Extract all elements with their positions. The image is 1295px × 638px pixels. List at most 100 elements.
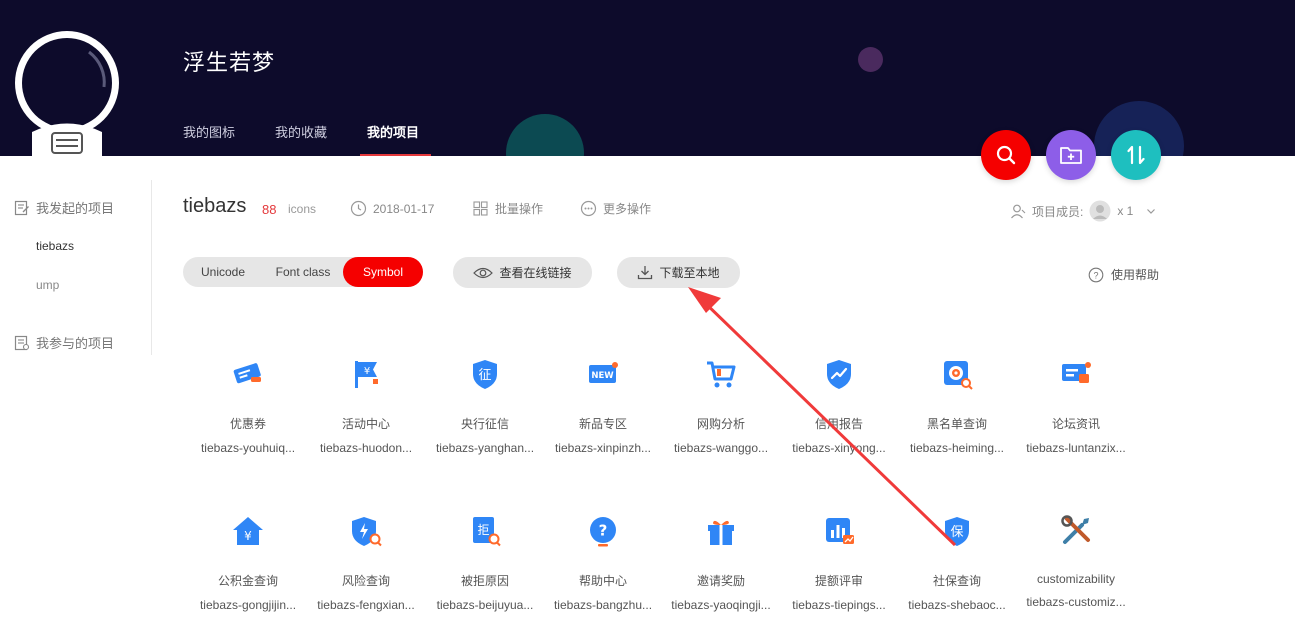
icon-card[interactable]: 提额评审 tiebazs-tiepings... xyxy=(780,514,898,612)
more-icon xyxy=(580,200,597,217)
icon-card[interactable]: 信用报告 tiebazs-xinyong... xyxy=(780,357,898,455)
icon-card[interactable]: 优惠券 tiebazs-youhuiq... xyxy=(189,357,307,455)
tab-font-class[interactable]: Font class xyxy=(263,257,343,287)
icon-name: 帮助中心 xyxy=(578,574,627,588)
tab-symbol[interactable]: Symbol xyxy=(343,257,423,287)
sort-icon xyxy=(1127,145,1145,165)
gift-icon xyxy=(704,514,738,548)
decor-bubble xyxy=(858,47,883,72)
icon-name: 央行征信 xyxy=(460,417,509,431)
joined-doc-icon xyxy=(14,335,30,350)
icon-code: tiebazs-tiepings... xyxy=(792,598,886,612)
icon-card[interactable]: ¥ 公积金查询 tiebazs-gongjijin... xyxy=(189,514,307,612)
view-online-link-label: 查看在线链接 xyxy=(499,266,572,280)
tab-my-favorites[interactable]: 我的收藏 xyxy=(275,122,327,141)
project-title: tiebazs xyxy=(183,195,247,217)
icon-count: 88 xyxy=(262,202,277,217)
member-avatar-icon xyxy=(1089,200,1111,222)
search-button[interactable] xyxy=(981,130,1031,180)
icon-name: 提额评审 xyxy=(814,574,863,588)
icon-card[interactable]: ? 帮助中心 tiebazs-bangzhu... xyxy=(544,514,662,612)
members-count: x 1 xyxy=(1117,204,1134,218)
chart-review-icon xyxy=(822,514,856,548)
avatar[interactable] xyxy=(14,27,120,157)
icon-code: tiebazs-customiz... xyxy=(1026,595,1126,609)
project-members[interactable]: 项目成员: x 1 xyxy=(1010,200,1157,222)
tab-unicode[interactable]: Unicode xyxy=(183,257,263,287)
decor-bubble xyxy=(506,114,584,156)
sidebar: 我发起的项目 tiebazs ump 我参与的项目 xyxy=(0,180,152,355)
icon-card[interactable]: 保社保查询 tiebazs-shebaoc... xyxy=(898,514,1016,612)
icon-code: tiebazs-yanghan... xyxy=(435,441,535,455)
sidebar-item-tiebazs[interactable]: tiebazs xyxy=(36,239,74,253)
tools-icon xyxy=(1059,514,1093,548)
shield-bao-icon: 保 xyxy=(940,514,974,548)
icon-name: 活动中心 xyxy=(341,417,390,431)
icon-card[interactable]: 黑名单查询 tiebazs-heiming... xyxy=(898,357,1016,455)
shield-trend-icon xyxy=(822,357,856,391)
icon-name: 风险查询 xyxy=(341,574,390,588)
batch-operation-button[interactable]: 批量操作 xyxy=(472,200,543,217)
svg-text:NEW: NEW xyxy=(591,371,614,381)
cart-icon xyxy=(704,357,738,391)
icon-code: tiebazs-gongjijin... xyxy=(199,598,297,612)
icon-code: tiebazs-youhuiq... xyxy=(200,441,296,455)
tab-my-projects[interactable]: 我的项目 xyxy=(367,122,419,141)
eye-icon xyxy=(473,267,494,278)
project-date-text: 2018-01-17 xyxy=(373,201,435,216)
svg-text:征: 征 xyxy=(478,368,491,383)
help-circle-icon: ? xyxy=(1088,267,1104,282)
search-icon xyxy=(996,145,1016,165)
svg-text:拒: 拒 xyxy=(477,523,489,537)
flag-yen-icon: ¥ xyxy=(349,357,383,391)
icon-name: 社保查询 xyxy=(932,574,981,588)
sort-button[interactable] xyxy=(1111,130,1161,180)
icon-code: tiebazs-yaoqingji... xyxy=(671,598,771,612)
icon-code: tiebazs-xinyong... xyxy=(792,441,886,455)
tab-my-icons[interactable]: 我的图标 xyxy=(183,122,235,141)
chevron-down-icon xyxy=(1147,209,1156,214)
user-name: 浮生若梦 xyxy=(183,50,276,75)
icon-card[interactable]: 征央行征信 tiebazs-yanghan... xyxy=(426,357,544,455)
active-tab-indicator xyxy=(360,154,431,156)
icon-card[interactable]: NEW 新品专区 tiebazs-xinpinzh... xyxy=(544,357,662,455)
sidebar-joined-projects[interactable]: 我参与的项目 xyxy=(14,333,114,352)
sidebar-joined-label: 我参与的项目 xyxy=(36,336,115,351)
icon-card[interactable]: 网购分析 tiebazs-wanggo... xyxy=(662,357,780,455)
more-operations-label: 更多操作 xyxy=(603,202,652,216)
code-type-tabs: Unicode Font class Symbol xyxy=(183,257,423,287)
icon-name: 公积金查询 xyxy=(217,574,278,588)
new-project-button[interactable] xyxy=(1046,130,1096,180)
icon-card[interactable]: 风险查询 tiebazs-fengxian... xyxy=(307,514,425,612)
icon-name: 黑名单查询 xyxy=(926,417,987,431)
reject-search-icon: 拒 xyxy=(468,514,502,548)
icon-code: tiebazs-heiming... xyxy=(909,441,1005,455)
icon-card[interactable]: 拒被拒原因 tiebazs-beijuyua... xyxy=(426,514,544,612)
icon-card[interactable]: 论坛资讯 tiebazs-luntanzix... xyxy=(1017,357,1135,455)
batch-operation-label: 批量操作 xyxy=(495,202,544,216)
icon-card[interactable]: 邀请奖励 tiebazs-yaoqingji... xyxy=(662,514,780,612)
sidebar-started-label: 我发起的项目 xyxy=(36,201,115,216)
svg-text:保: 保 xyxy=(950,525,963,540)
download-local-button[interactable]: 下载至本地 xyxy=(617,257,740,288)
icon-card[interactable]: ¥ 活动中心 tiebazs-huodon... xyxy=(307,357,425,455)
icon-count-unit: icons xyxy=(288,202,317,216)
view-online-link-button[interactable]: 查看在线链接 xyxy=(453,257,592,288)
usage-help-link[interactable]: ? 使用帮助 xyxy=(1088,266,1159,283)
folder-add-icon xyxy=(1060,147,1082,164)
download-icon xyxy=(638,266,653,280)
sidebar-item-ump[interactable]: ump xyxy=(36,278,59,292)
sidebar-started-projects[interactable]: 我发起的项目 xyxy=(14,198,114,217)
icon-card[interactable]: customizability tiebazs-customiz... xyxy=(1017,514,1135,609)
clock-icon xyxy=(350,200,367,217)
project-date: 2018-01-17 xyxy=(350,200,434,217)
more-operations-button[interactable]: 更多操作 xyxy=(580,200,651,217)
coupon-icon xyxy=(231,357,265,391)
icon-code: tiebazs-xinpinzh... xyxy=(554,441,652,455)
member-icon xyxy=(1011,204,1026,219)
download-local-label: 下载至本地 xyxy=(659,266,720,280)
house-yen-icon: ¥ xyxy=(231,514,265,548)
icon-name: 优惠券 xyxy=(229,417,266,431)
edit-doc-icon xyxy=(14,200,29,215)
icon-code: tiebazs-shebaoc... xyxy=(908,598,1006,612)
